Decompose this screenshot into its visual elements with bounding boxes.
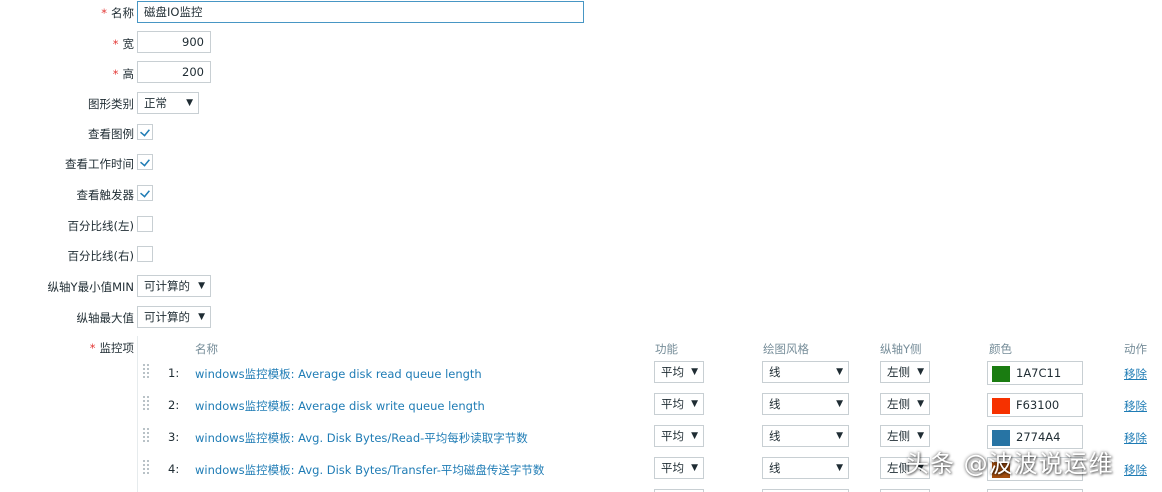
ymax-value: 可计算的	[144, 310, 190, 324]
percentile-left-label: 百分比线(左)	[67, 219, 134, 233]
function-value: 平均	[661, 429, 684, 443]
col-header-function: 功能	[655, 342, 678, 356]
caret-down-icon: ▼	[198, 312, 205, 322]
show-legend-checkbox[interactable]	[137, 124, 153, 140]
items-label: * 监控项	[89, 341, 134, 355]
function-select[interactable]: 平均 ▼	[654, 393, 704, 415]
ymin-label: 纵轴Y最小值MIN	[47, 280, 134, 294]
row-index: 3:	[168, 430, 180, 444]
caret-down-icon: ▼	[836, 399, 843, 409]
drag-handle-icon[interactable]	[143, 428, 151, 444]
ymax-label: 纵轴最大值	[76, 311, 135, 325]
col-header-action: 动作	[1124, 342, 1147, 356]
check-icon	[140, 187, 150, 198]
draw-style-select[interactable]: 线 ▼	[762, 361, 849, 383]
color-swatch[interactable]	[992, 366, 1010, 382]
show-legend-label: 查看图例	[88, 127, 134, 141]
percentile-right-checkbox[interactable]	[137, 246, 153, 262]
col-header-y-axis-side: 纵轴Y侧	[880, 342, 922, 356]
y-axis-side-value: 左侧	[887, 397, 910, 411]
col-header-color: 颜色	[989, 342, 1012, 356]
color-swatch[interactable]	[992, 398, 1010, 414]
ymin-value: 可计算的	[144, 279, 190, 293]
draw-style-value: 线	[769, 461, 781, 475]
col-header-name: 名称	[195, 342, 218, 356]
ymax-select[interactable]: 可计算的 ▼	[137, 306, 211, 328]
item-name-link[interactable]: windows监控模板: Average disk read queue len…	[195, 366, 482, 382]
show-worktime-checkbox[interactable]	[137, 154, 153, 170]
check-icon	[140, 126, 150, 137]
y-axis-side-select[interactable]: 左侧 ▼	[880, 361, 930, 383]
caret-down-icon: ▼	[836, 431, 843, 441]
caret-down-icon: ▼	[691, 463, 698, 473]
function-select[interactable]: 平均 ▼	[654, 361, 704, 383]
color-value: F63100	[1016, 398, 1060, 412]
color-value: 1A7C11	[1016, 366, 1062, 380]
function-value: 平均	[661, 397, 684, 411]
caret-down-icon: ▼	[691, 367, 698, 377]
item-name-link[interactable]: windows监控模板: Average disk write queue le…	[195, 398, 485, 414]
caret-down-icon: ▼	[917, 399, 924, 409]
graph-type-label: 图形类别	[88, 97, 134, 111]
show-worktime-label: 查看工作时间	[65, 157, 134, 171]
ymin-select[interactable]: 可计算的 ▼	[137, 275, 211, 297]
caret-down-icon: ▼	[691, 399, 698, 409]
item-name-link[interactable]: windows监控模板: Avg. Disk Bytes/Read-平均每秒读取…	[195, 430, 528, 446]
caret-down-icon: ▼	[836, 367, 843, 377]
function-value: 平均	[661, 365, 684, 379]
y-axis-side-value: 左侧	[887, 365, 910, 379]
draw-style-value: 线	[769, 429, 781, 443]
row-index: 4:	[168, 462, 180, 476]
width-input[interactable]: 900	[137, 31, 211, 53]
row-index: 1:	[168, 366, 180, 380]
item-name-link[interactable]: windows监控模板: Avg. Disk Bytes/Transfer-平均…	[195, 462, 544, 478]
percentile-right-label: 百分比线(右)	[67, 249, 134, 263]
drag-handle-icon[interactable]	[143, 364, 151, 380]
draw-style-select[interactable]: 线 ▼	[762, 425, 849, 447]
draw-style-select[interactable]: 线 ▼	[762, 457, 849, 479]
col-header-draw-style: 绘图风格	[763, 342, 809, 356]
function-value: 平均	[661, 461, 684, 475]
graph-type-value: 正常	[144, 96, 167, 110]
drag-handle-icon[interactable]	[143, 396, 151, 412]
draw-style-value: 线	[769, 365, 781, 379]
remove-link[interactable]: 移除	[1124, 366, 1147, 382]
function-select[interactable]: 平均 ▼	[654, 457, 704, 479]
row-index: 2:	[168, 398, 180, 412]
caret-down-icon: ▼	[836, 463, 843, 473]
function-select[interactable]: 平均 ▼	[654, 425, 704, 447]
check-icon	[140, 156, 150, 167]
caret-down-icon: ▼	[917, 431, 924, 441]
remove-link[interactable]: 移除	[1124, 398, 1147, 414]
draw-style-value: 线	[769, 397, 781, 411]
name-label: * 名称	[101, 6, 134, 20]
color-picker[interactable]: 1A7C11	[987, 361, 1083, 385]
caret-down-icon: ▼	[198, 281, 205, 291]
remove-link[interactable]: 移除	[1124, 462, 1147, 478]
caret-down-icon: ▼	[917, 367, 924, 377]
show-triggers-label: 查看触发器	[76, 188, 135, 202]
y-axis-side-value: 左侧	[887, 429, 910, 443]
caret-down-icon: ▼	[186, 98, 193, 108]
drag-handle-icon[interactable]	[143, 460, 151, 476]
name-input[interactable]: 磁盘IO监控	[137, 1, 584, 23]
percentile-left-checkbox[interactable]	[137, 216, 153, 232]
show-triggers-checkbox[interactable]	[137, 185, 153, 201]
color-picker[interactable]: F63100	[987, 393, 1083, 417]
height-label: * 高	[112, 67, 134, 81]
y-axis-side-select[interactable]: 左侧 ▼	[880, 393, 930, 415]
width-label: * 宽	[112, 37, 134, 51]
draw-style-select[interactable]: 线 ▼	[762, 393, 849, 415]
height-input[interactable]: 200	[137, 61, 211, 83]
watermark: 头条 @波波说运维	[905, 450, 1114, 478]
remove-link[interactable]: 移除	[1124, 430, 1147, 446]
graph-type-select[interactable]: 正常 ▼	[137, 92, 199, 114]
caret-down-icon: ▼	[691, 431, 698, 441]
